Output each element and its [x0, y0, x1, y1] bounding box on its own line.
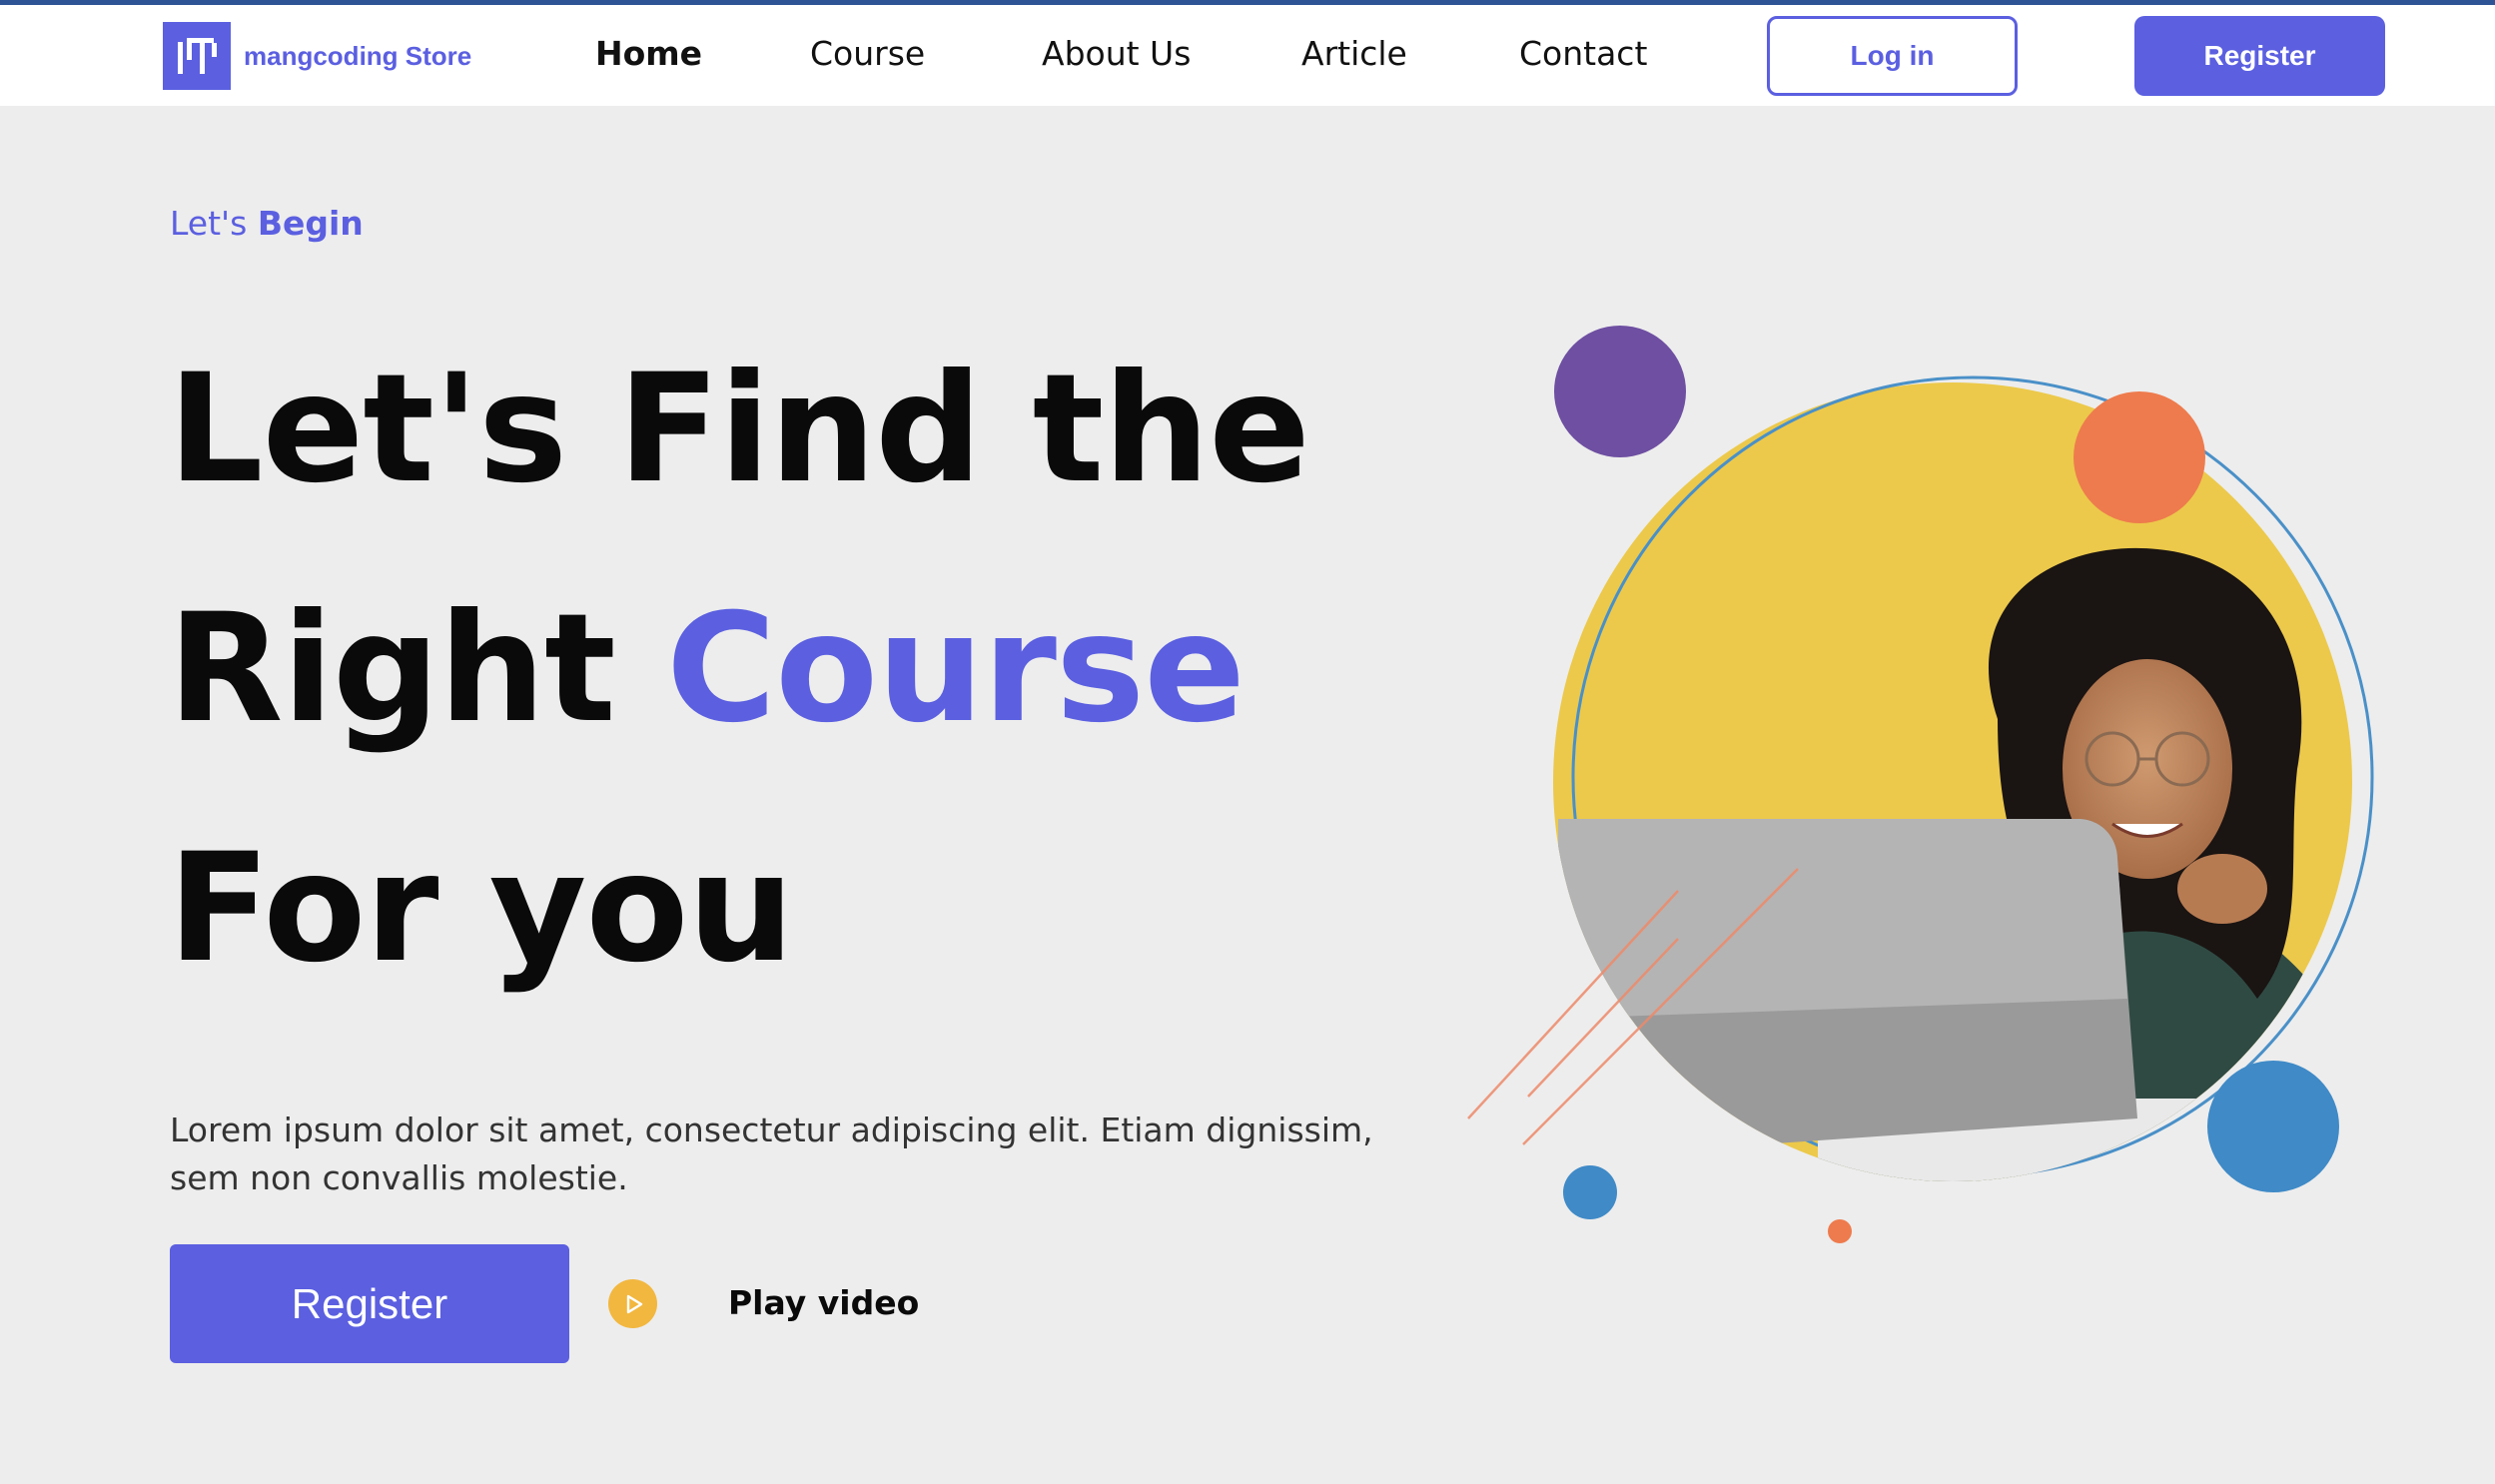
hero-headline: Let's Find the Right Course For you: [168, 310, 1366, 1029]
blue-dot-large: [2207, 1061, 2339, 1192]
nav-link-about-us[interactable]: About Us: [1042, 34, 1191, 73]
play-video-link[interactable]: Play video: [728, 1283, 919, 1322]
eyebrow-prefix: Let's: [170, 204, 248, 243]
headline-accent-word: Course: [666, 582, 1246, 756]
navbar: mangcoding Store Home Course About Us Ar…: [0, 5, 2495, 106]
blue-dot-small: [1563, 1165, 1617, 1219]
purple-dot: [1554, 326, 1686, 457]
mangcoding-logo-icon: [163, 22, 231, 90]
login-button[interactable]: Log in: [1767, 16, 2018, 96]
orange-dot-large: [2074, 391, 2205, 523]
eyebrow-bold: Begin: [257, 204, 364, 243]
nav-link-contact[interactable]: Contact: [1519, 34, 1647, 73]
headline-line-2: Right Course: [168, 549, 1366, 789]
hero-illustration: [1467, 326, 2374, 1243]
headline-line-1: Let's Find the: [168, 343, 1310, 516]
logo-text: mangcoding Store: [244, 40, 472, 71]
orange-dot-small: [1828, 1219, 1852, 1243]
logo[interactable]: mangcoding Store: [163, 22, 471, 90]
headline-line-2-plain: Right: [168, 582, 616, 756]
play-icon[interactable]: [608, 1279, 657, 1328]
nav-link-home[interactable]: Home: [595, 34, 702, 73]
eyebrow-text: Let's Begin: [170, 204, 364, 243]
nav-link-course[interactable]: Course: [810, 34, 925, 73]
hero-description: Lorem ipsum dolor sit amet, consectetur …: [170, 1111, 1373, 1197]
headline-line-3: For you: [168, 822, 794, 996]
nav-link-article[interactable]: Article: [1301, 34, 1407, 73]
hero-register-button[interactable]: Register: [170, 1244, 569, 1363]
nav-register-button[interactable]: Register: [2134, 16, 2385, 96]
